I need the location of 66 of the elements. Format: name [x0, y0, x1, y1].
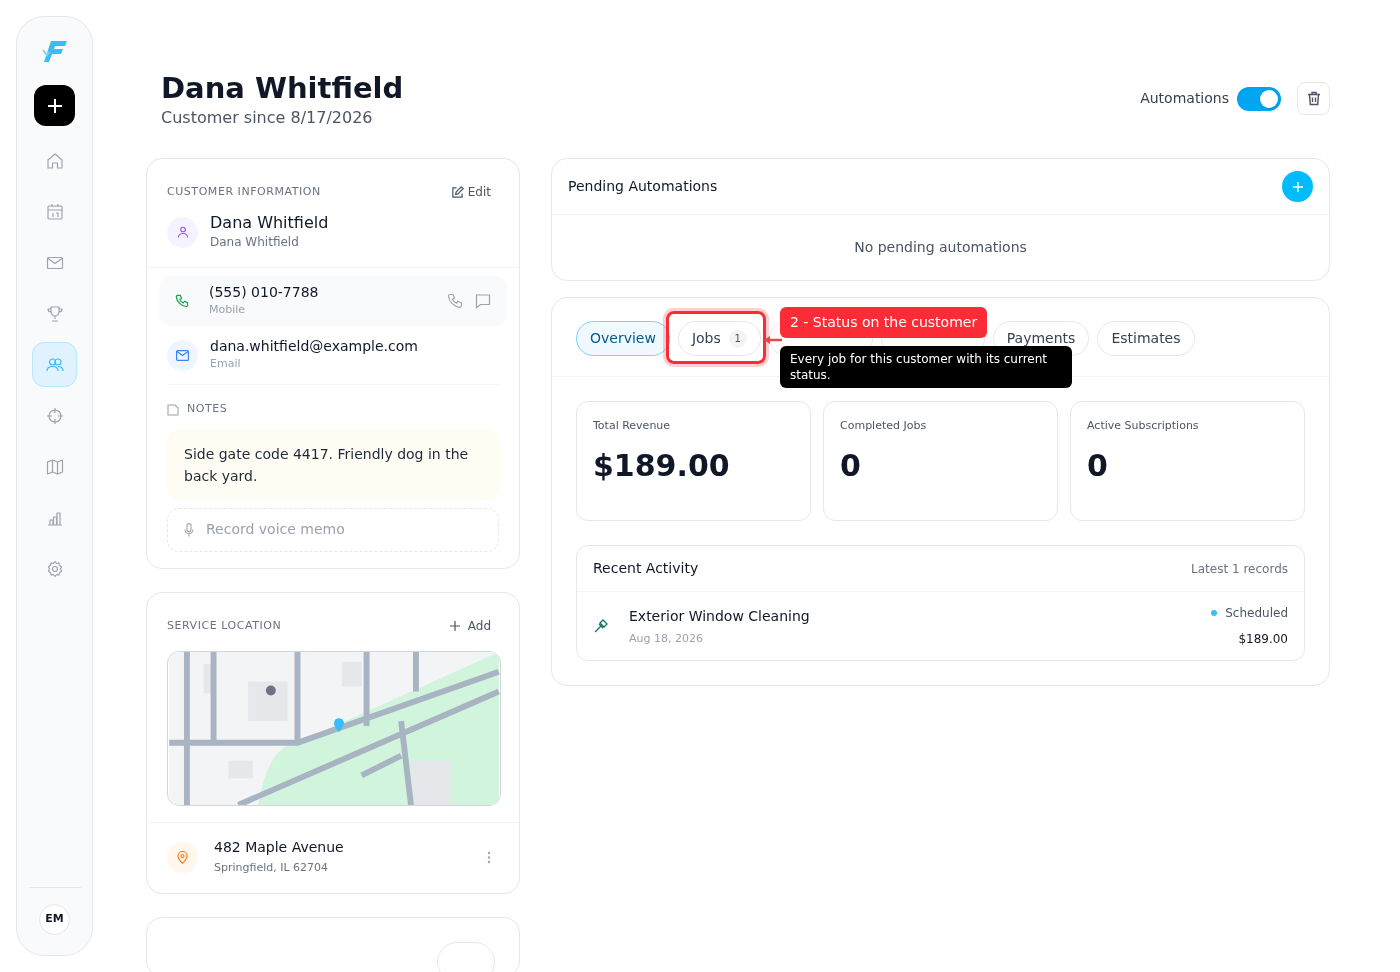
phone-icon — [447, 293, 463, 310]
contact-subname: Dana Whitfield — [210, 234, 300, 252]
customer-since-text: Customer since 8/17/2026 — [161, 107, 374, 130]
nav-item[interactable] — [32, 342, 77, 387]
activity-row[interactable]: Exterior Window Cleaning Aug 18, 2026 Scheduled $189.00 — [577, 592, 1304, 661]
notes-text: Side gate code 4417. Friendly dog in the back yard. — [167, 429, 499, 500]
section-heading: SERVICE LOCATION — [167, 617, 282, 634]
count-badge: 1 — [728, 329, 747, 348]
city-line: Springfield, IL 62704 — [214, 860, 330, 877]
trash-icon — [1306, 91, 1321, 106]
mail-icon — [176, 349, 189, 361]
call-button[interactable] — [447, 293, 463, 310]
status-text: Scheduled — [1225, 605, 1288, 623]
add-automation-button[interactable] — [1282, 171, 1313, 203]
message-button[interactable] — [475, 293, 491, 310]
address-line: 482 Maple Avenue — [214, 838, 345, 857]
stat-value: 0 — [1087, 446, 1109, 485]
note-icon — [167, 403, 179, 416]
location-pin-icon — [177, 851, 188, 865]
tooltip: Every job for this customer with its current status. — [780, 346, 1072, 389]
map-icon — [44, 456, 65, 477]
chat-icon — [475, 293, 491, 310]
edit-icon — [450, 185, 464, 199]
create-button[interactable] — [34, 85, 75, 126]
phone-number: (555) 010-7788 — [209, 284, 320, 302]
section-heading: CUSTOMER INFORMATION — [167, 184, 321, 200]
email-row[interactable]: dana.whitfield@example.com Email — [159, 326, 507, 385]
hammer-icon — [593, 618, 609, 635]
stat-label: Total Revenue — [593, 418, 672, 435]
panel-title: Recent Activity — [593, 559, 699, 579]
user-avatar[interactable]: EM — [39, 904, 70, 935]
stat-value: 0 — [840, 446, 862, 485]
automations-toggle[interactable] — [1237, 86, 1281, 111]
empty-state-text: No pending automations — [853, 238, 1028, 258]
customer-name-title: Dana Whitfield — [161, 70, 404, 107]
delete-button[interactable] — [1297, 82, 1330, 115]
contact-name: Dana Whitfield — [210, 213, 329, 234]
add-button[interactable]: Add — [449, 616, 491, 635]
plus-icon — [1292, 181, 1303, 192]
records-count: Latest 1 records — [1191, 560, 1288, 578]
edit-button[interactable]: Edit — [450, 183, 491, 202]
notes-heading: NOTES — [187, 401, 228, 418]
more-options-button[interactable] — [487, 851, 491, 865]
annotation-label: 2 - Status on the customer — [780, 307, 988, 339]
job-amount: $189.00 — [1238, 631, 1288, 649]
trophy-icon — [44, 303, 65, 324]
stat-label: Completed Jobs — [840, 418, 928, 435]
automations-label: Automations — [1140, 89, 1229, 108]
callout-arrow — [764, 335, 782, 346]
phone-icon — [175, 294, 189, 309]
job-date: Aug 18, 2026 — [629, 630, 704, 647]
phone-label: Mobile — [209, 301, 247, 318]
crosshair-icon — [44, 405, 65, 426]
stat-label: Active Subscriptions — [1087, 418, 1200, 435]
vertical-dots-icon — [487, 851, 491, 865]
email-label: Email — [210, 355, 242, 372]
email-address: dana.whitfield@example.com — [210, 338, 418, 356]
person-icon — [176, 226, 189, 239]
plus-icon — [449, 620, 460, 631]
card-title: Pending Automations — [568, 177, 718, 197]
job-title: Exterior Window Cleaning — [629, 606, 811, 626]
microphone-icon — [184, 522, 194, 537]
stat-value: $189.00 — [593, 446, 731, 485]
calendar-icon — [44, 201, 65, 222]
phone-row[interactable]: (555) 010-7788 Mobile — [159, 276, 507, 327]
plus-icon — [47, 98, 62, 113]
